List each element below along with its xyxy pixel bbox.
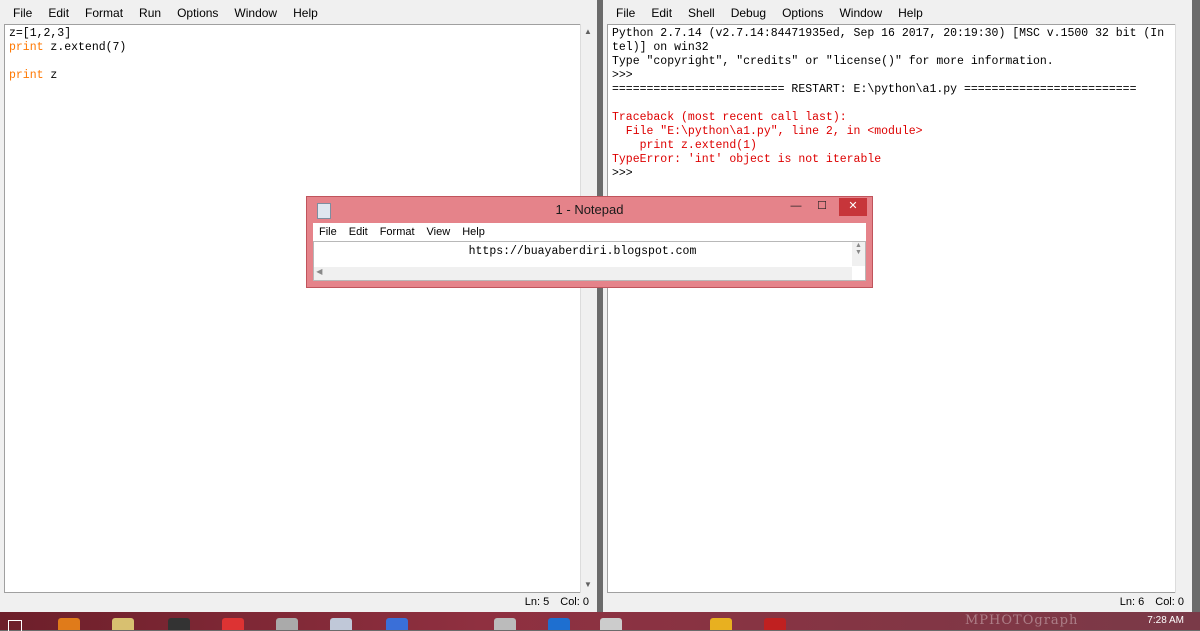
editor-menu-window[interactable]: Window <box>226 0 285 26</box>
line-number: Ln: 5 <box>524 596 550 608</box>
notepad-window[interactable]: 1 - Notepad — ☐ ✕ File Edit Format View Help… <box>306 196 873 288</box>
editor-statusbar: Ln: 5 Col: 0 <box>0 593 597 612</box>
shell-line: ========================= RESTART: E:\py… <box>612 83 1137 96</box>
shell-menu-edit[interactable]: Edit <box>643 0 680 26</box>
app-icon[interactable] <box>276 618 298 630</box>
shell-line: Traceback (most recent call last): <box>612 111 847 124</box>
shell-line: File "E:\python\a1.py", line 2, in <modu… <box>612 125 923 138</box>
app-icon[interactable] <box>764 618 786 630</box>
minimize-button[interactable]: — <box>783 198 809 216</box>
shell-line: Type "copyright", "credits" or "license(… <box>612 55 1054 68</box>
editor-menu-format[interactable]: Format <box>77 0 131 26</box>
app-icon[interactable] <box>494 618 516 630</box>
taskbar: MPHOTOgraph 7:28 AM <box>0 612 1200 631</box>
shell-line: Python 2.7.14 (v2.7.14:84471935ed, Sep 1… <box>612 27 1165 40</box>
shell-menu-debug[interactable]: Debug <box>723 0 774 26</box>
app-icon[interactable] <box>548 618 570 630</box>
editor-menu-run[interactable]: Run <box>131 0 169 26</box>
code-editor[interactable]: z=[1,2,3] print z.extend(7) print z <box>4 24 581 593</box>
notepad-text-area[interactable]: https://buayaberdiri.blogspot.com ▲ ▼ ◀ <box>313 241 866 281</box>
app-icon[interactable] <box>386 618 408 630</box>
shell-menu-help[interactable]: Help <box>890 0 931 26</box>
column-number: Col: 0 <box>1155 596 1184 608</box>
notepad-vertical-scrollbar[interactable]: ▲ ▼ <box>852 242 865 266</box>
shell-line: >>> <box>612 69 640 82</box>
shell-line: print z.extend(1) <box>612 139 757 152</box>
shell-menu-options[interactable]: Options <box>774 0 831 26</box>
chrome-icon[interactable] <box>710 618 732 630</box>
close-button[interactable]: ✕ <box>839 198 867 216</box>
shell-line: tel)] on win32 <box>612 41 709 54</box>
line-number: Ln: 6 <box>1119 596 1145 608</box>
code-line: print z.extend(7) <box>9 41 127 54</box>
shell-line: TypeError: 'int' object is not iterable <box>612 153 882 166</box>
shell-statusbar: Ln: 6 Col: 0 <box>603 593 1192 612</box>
editor-menu-options[interactable]: Options <box>169 0 226 26</box>
app-icon[interactable] <box>58 618 80 630</box>
editor-menu-help[interactable]: Help <box>285 0 326 26</box>
notepad-menu-edit[interactable]: Edit <box>343 223 374 241</box>
shell-vertical-scrollbar[interactable] <box>1175 24 1190 593</box>
notepad-menu-format[interactable]: Format <box>374 223 421 241</box>
app-icon[interactable] <box>600 618 622 630</box>
editor-menu-file[interactable]: File <box>5 0 40 26</box>
shell-line: >>> <box>612 167 640 180</box>
shell-menu-shell[interactable]: Shell <box>680 0 723 26</box>
shell-menubar: File Edit Shell Debug Options Window Help <box>603 0 1192 26</box>
code-line: z=[1,2,3] <box>9 27 72 40</box>
notepad-menu-view[interactable]: View <box>421 223 457 241</box>
notepad-horizontal-scrollbar[interactable]: ◀ <box>314 267 852 280</box>
code-line: print z <box>9 69 58 82</box>
watermark: MPHOTOgraph <box>965 613 1079 628</box>
terminal-icon[interactable] <box>168 618 190 630</box>
shell-menu-file[interactable]: File <box>608 0 643 26</box>
shell-menu-window[interactable]: Window <box>831 0 890 26</box>
column-number: Col: 0 <box>560 596 589 608</box>
start-icon[interactable] <box>8 620 22 631</box>
scroll-down-icon[interactable]: ▼ <box>581 577 595 593</box>
maximize-button[interactable]: ☐ <box>809 198 835 216</box>
notepad-menu-file[interactable]: File <box>313 223 343 241</box>
browser-icon[interactable] <box>222 618 244 630</box>
notepad-taskbar-icon[interactable] <box>330 618 352 630</box>
shell-output[interactable]: Python 2.7.14 (v2.7.14:84471935ed, Sep 1… <box>607 24 1176 593</box>
editor-menubar: File Edit Format Run Options Window Help <box>0 0 597 26</box>
folder-icon[interactable] <box>112 618 134 630</box>
notepad-menu-help[interactable]: Help <box>456 223 491 241</box>
editor-menu-edit[interactable]: Edit <box>40 0 77 26</box>
notepad-menubar: File Edit Format View Help <box>313 223 866 241</box>
shell-window: File Edit Shell Debug Options Window Help Pyth… <box>603 0 1192 612</box>
scroll-up-icon[interactable]: ▲ <box>581 24 595 40</box>
editor-vertical-scrollbar[interactable]: ▲ ▼ <box>580 24 595 593</box>
notepad-content: https://buayaberdiri.blogspot.com <box>468 245 697 258</box>
clock: 7:28 AM <box>1147 615 1184 626</box>
editor-window: File Edit Format Run Options Window Help z=[1,… <box>0 0 597 612</box>
